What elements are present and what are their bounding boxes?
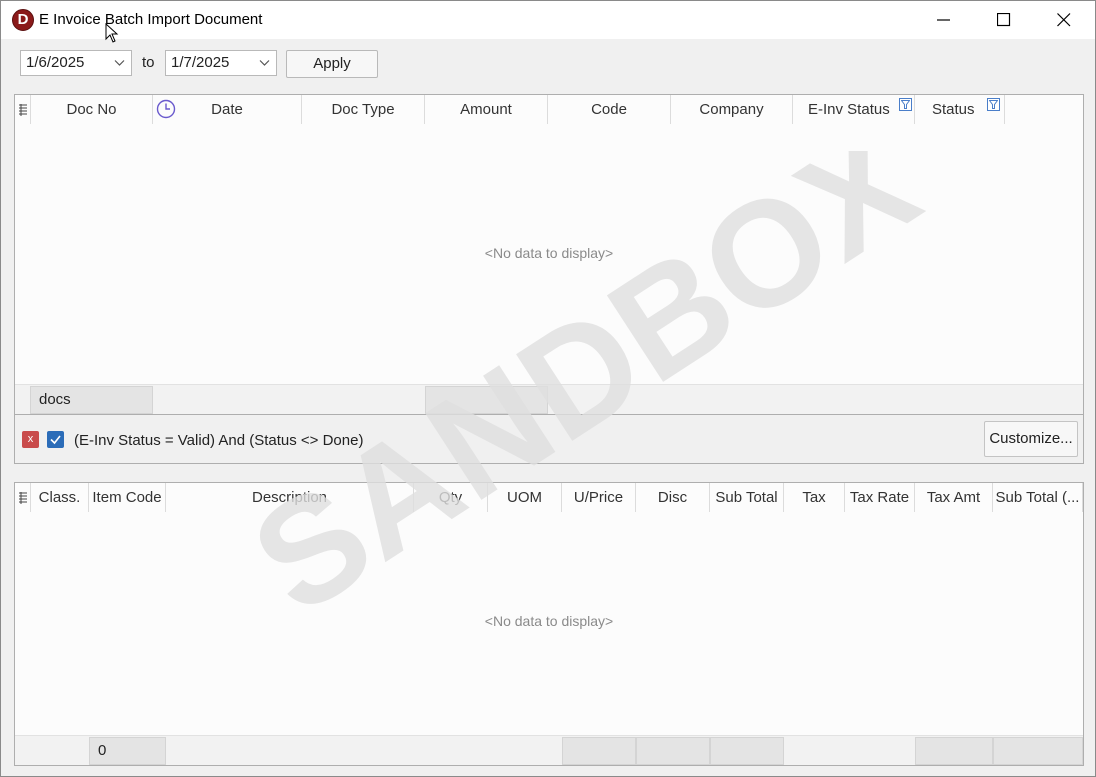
column-header-amount[interactable]: Amount (425, 95, 548, 124)
chevron-down-icon[interactable] (114, 57, 125, 68)
customize-button[interactable]: Customize... (984, 421, 1078, 457)
filter-funnel-icon[interactable] (987, 98, 1000, 111)
documents-grid-header: Doc No Date Doc Type Amount Code Company… (15, 95, 1083, 124)
column-header-status[interactable]: Status (915, 95, 1005, 124)
amount-summary (425, 386, 548, 414)
column-header-tax-amt[interactable]: Tax Amt (915, 483, 993, 512)
minimize-icon (937, 19, 950, 21)
column-header-qty[interactable]: Qty (414, 483, 488, 512)
close-button[interactable] (1035, 1, 1093, 39)
column-header-doc-no[interactable]: Doc No (31, 95, 153, 124)
apply-button[interactable]: Apply (286, 50, 378, 78)
column-header-e-inv-status-label: E-Inv Status (808, 101, 890, 118)
sub-total-summary (710, 737, 784, 765)
to-label: to (142, 54, 155, 71)
filter-enabled-checkbox[interactable] (47, 431, 64, 448)
minimize-button[interactable] (915, 1, 973, 39)
items-grid-footer: 0 (15, 735, 1083, 765)
date-from-field[interactable]: 1/6/2025 (20, 50, 132, 76)
column-header-sub-total[interactable]: Sub Total (710, 483, 784, 512)
column-header-tax-rate[interactable]: Tax Rate (845, 483, 915, 512)
filter-expression[interactable]: (E-Inv Status = Valid) And (Status <> Do… (74, 432, 363, 449)
chevron-down-icon[interactable] (259, 57, 270, 68)
checkmark-icon (50, 435, 61, 445)
column-header-tax[interactable]: Tax (784, 483, 845, 512)
column-header-class[interactable]: Class. (31, 483, 89, 512)
column-header-uom[interactable]: UOM (488, 483, 562, 512)
column-header-e-inv-status[interactable]: E-Inv Status (793, 95, 915, 124)
mouse-cursor-icon (105, 23, 119, 43)
window-title: E Invoice Batch Import Document (39, 11, 263, 28)
documents-grid[interactable]: Doc No Date Doc Type Amount Code Company… (14, 94, 1084, 415)
filter-panel: x (E-Inv Status = Valid) And (Status <> … (14, 415, 1084, 464)
column-chooser-button[interactable] (15, 483, 31, 512)
empty-grid-message: <No data to display> (484, 613, 614, 629)
column-header-u-price[interactable]: U/Price (562, 483, 636, 512)
column-header-description[interactable]: Description (166, 483, 414, 512)
u-price-summary (562, 737, 636, 765)
items-grid[interactable]: Class. Item Code Description Qty UOM U/P… (14, 482, 1084, 766)
disc-summary (636, 737, 710, 765)
tax-amt-summary (915, 737, 993, 765)
date-to-value: 1/7/2025 (171, 54, 230, 71)
column-header-company[interactable]: Company (671, 95, 793, 124)
item-count-summary: 0 (89, 737, 166, 765)
column-chooser-icon (19, 104, 27, 116)
column-header-disc[interactable]: Disc (636, 483, 710, 512)
close-icon (1057, 13, 1071, 27)
clear-filter-button[interactable]: x (22, 431, 39, 448)
column-header-item-code[interactable]: Item Code (89, 483, 166, 512)
content-area: 1/6/2025 to 1/7/2025 Apply Doc No Date D… (9, 39, 1088, 770)
maximize-icon (997, 13, 1011, 27)
column-chooser-button[interactable] (15, 95, 31, 124)
column-header-sub-total-local[interactable]: Sub Total (... (993, 483, 1083, 512)
title-bar[interactable]: E Invoice Batch Import Document (1, 1, 1095, 39)
maximize-button[interactable] (975, 1, 1033, 39)
documents-grid-footer: docs (15, 384, 1083, 414)
column-header-date-label: Date (211, 101, 243, 118)
column-header-date[interactable]: Date (153, 95, 302, 124)
date-from-value: 1/6/2025 (26, 54, 85, 71)
empty-grid-message: <No data to display> (484, 245, 614, 261)
filter-funnel-icon[interactable] (899, 98, 912, 111)
clock-icon (156, 99, 176, 119)
doc-count-summary: docs (30, 386, 153, 414)
items-grid-header: Class. Item Code Description Qty UOM U/P… (15, 483, 1083, 512)
column-header-status-label: Status (932, 101, 975, 118)
column-chooser-icon (19, 492, 27, 504)
sub-total-local-summary (993, 737, 1083, 765)
date-to-field[interactable]: 1/7/2025 (165, 50, 277, 76)
column-header-code[interactable]: Code (548, 95, 671, 124)
column-header-doc-type[interactable]: Doc Type (302, 95, 425, 124)
app-logo-icon (12, 9, 34, 31)
main-window: E Invoice Batch Import Document 1/6/2025… (0, 0, 1096, 777)
